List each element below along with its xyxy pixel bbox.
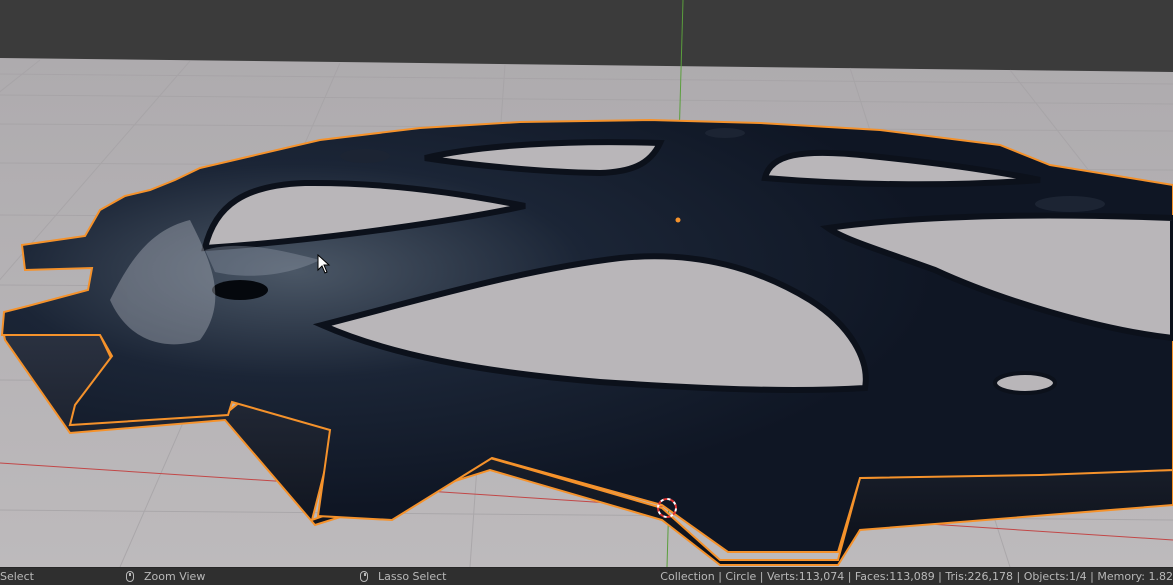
object-origin[interactable] [675, 217, 681, 223]
status-zoom-label: Zoom View [144, 570, 206, 583]
status-select: Select [0, 568, 34, 585]
viewport-scene[interactable] [0, 0, 1173, 567]
scene-statistics: Collection | Circle | Verts:113,074 | Fa… [660, 570, 1173, 583]
status-lasso-select: Lasso Select [360, 568, 447, 585]
status-zoom-view: Zoom View [126, 568, 205, 585]
status-select-label: Select [0, 570, 34, 583]
viewport-background [0, 0, 1173, 70]
mouse-pointer-icon [317, 254, 331, 274]
mouse-right-icon [360, 571, 368, 582]
status-lasso-label: Lasso Select [378, 570, 447, 583]
3d-viewport[interactable] [0, 0, 1173, 567]
status-bar: Select Zoom View Lasso Select Collection… [0, 567, 1173, 585]
mouse-middle-icon [126, 571, 134, 582]
